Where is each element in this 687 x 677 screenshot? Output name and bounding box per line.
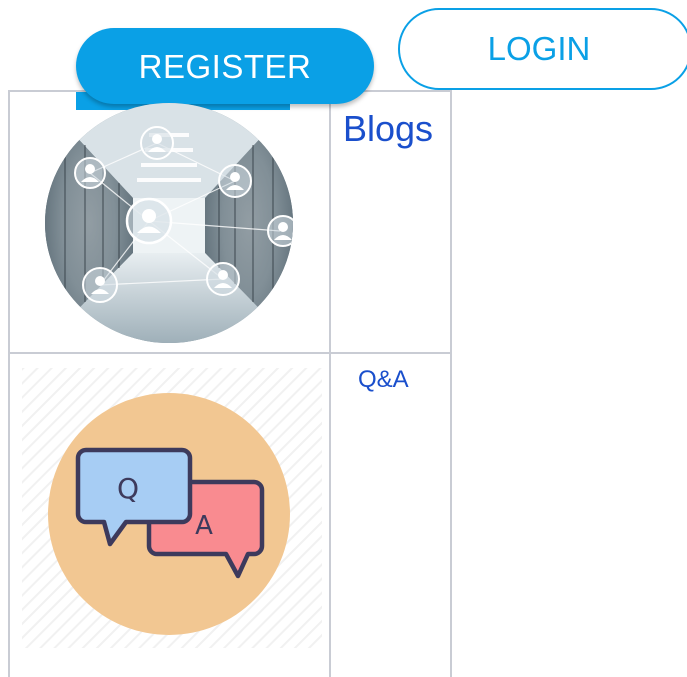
qa-chat-bubbles-icon[interactable]: A Q	[22, 368, 322, 648]
qa-link[interactable]: Q&A	[358, 366, 409, 394]
register-button[interactable]: REGISTER	[76, 28, 374, 104]
table-border-left	[8, 90, 10, 677]
blogs-link[interactable]: Blogs	[343, 108, 433, 150]
table-border-right	[450, 90, 452, 677]
svg-text:Q: Q	[117, 472, 139, 505]
page: LOGIN REGISTER Blogs A Q Q&A	[0, 0, 687, 677]
datacenter-network-icon[interactable]	[45, 103, 293, 343]
table-row-divider	[8, 352, 452, 354]
table-column-divider	[329, 90, 331, 677]
login-button[interactable]: LOGIN	[398, 8, 687, 90]
svg-text:A: A	[195, 511, 213, 541]
